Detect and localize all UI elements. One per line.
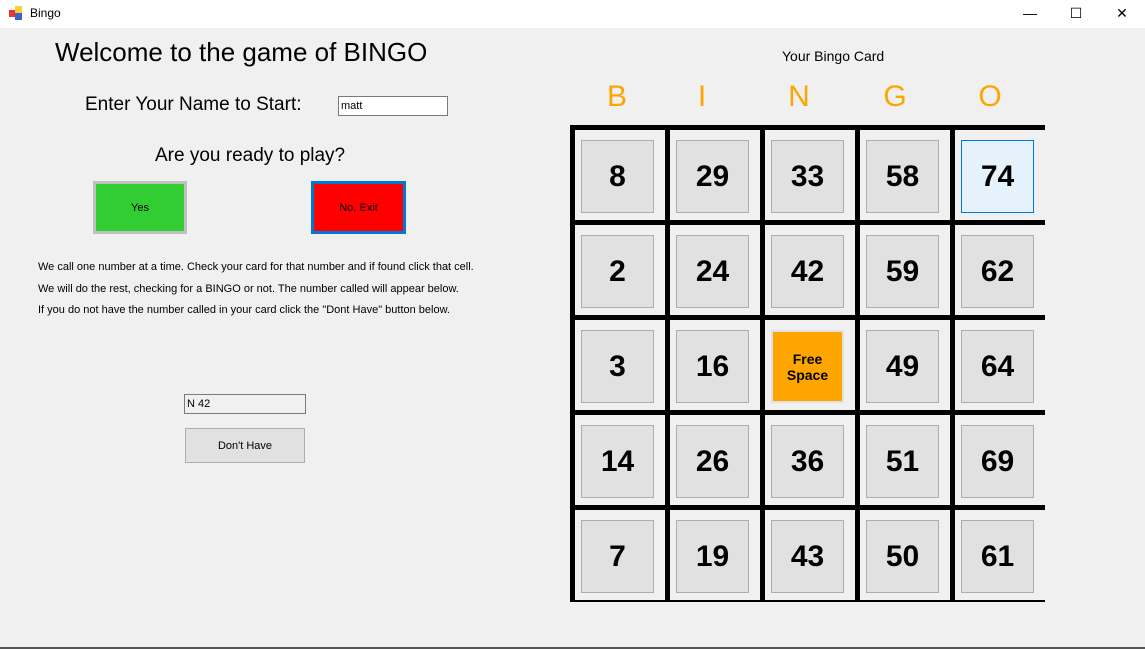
- card-cell: 49: [860, 320, 950, 410]
- number-cell-button[interactable]: 64: [961, 330, 1034, 403]
- free-space-button[interactable]: Free Space: [771, 330, 844, 403]
- column-letter: I: [697, 80, 707, 113]
- app-icon: [9, 6, 23, 20]
- card-cell: 58: [860, 130, 950, 220]
- number-cell-button[interactable]: 74: [961, 140, 1034, 213]
- column-letter: B: [606, 80, 627, 113]
- card-cell: 26: [670, 415, 760, 505]
- title-bar: Bingo — ☐ ✕: [0, 0, 1145, 28]
- card-cell: 69: [955, 415, 1045, 505]
- number-cell-button[interactable]: 61: [961, 520, 1034, 593]
- number-cell-button[interactable]: 7: [581, 520, 654, 593]
- card-cell: 29: [670, 130, 760, 220]
- instruction-line: We call one number at a time. Check your…: [38, 261, 474, 273]
- card-cell: 59: [860, 225, 950, 315]
- number-cell-button[interactable]: 69: [961, 425, 1034, 498]
- window-title: Bingo: [30, 6, 61, 20]
- card-cell: 8: [575, 130, 665, 220]
- number-cell-button[interactable]: 49: [866, 330, 939, 403]
- number-cell-button[interactable]: 43: [771, 520, 844, 593]
- instruction-line: If you do not have the number called in …: [38, 304, 450, 316]
- card-cell: 61: [955, 510, 1045, 600]
- name-label: Enter Your Name to Start:: [85, 94, 302, 115]
- number-cell-button[interactable]: 19: [676, 520, 749, 593]
- called-number-field: N 42: [184, 394, 306, 414]
- no-exit-button[interactable]: No, Exit: [311, 181, 406, 234]
- number-cell-button[interactable]: 58: [866, 140, 939, 213]
- card-cell: 50: [860, 510, 950, 600]
- bingo-card-grid: 8 29 33 58 74 2 24 42 59 62 3 16 Free Space 49 64 14 26 3…: [570, 125, 1045, 602]
- number-cell-button[interactable]: 16: [676, 330, 749, 403]
- card-title: Your Bingo Card: [782, 48, 885, 64]
- card-cell: 43: [765, 510, 855, 600]
- name-input[interactable]: [338, 96, 448, 116]
- number-cell-button[interactable]: 24: [676, 235, 749, 308]
- column-letter: N: [788, 80, 810, 113]
- number-cell-button[interactable]: 3: [581, 330, 654, 403]
- ready-question: Are you ready to play?: [155, 145, 346, 166]
- number-cell-button[interactable]: 50: [866, 520, 939, 593]
- card-cell: 7: [575, 510, 665, 600]
- card-cell: 62: [955, 225, 1045, 315]
- card-cell: 3: [575, 320, 665, 410]
- card-cell: 42: [765, 225, 855, 315]
- card-cell: 64: [955, 320, 1045, 410]
- column-letter: O: [978, 80, 1002, 113]
- column-letter: G: [883, 80, 907, 113]
- number-cell-button[interactable]: 59: [866, 235, 939, 308]
- number-cell-button[interactable]: 26: [676, 425, 749, 498]
- card-cell: 14: [575, 415, 665, 505]
- number-cell-button[interactable]: 2: [581, 235, 654, 308]
- card-cell: 19: [670, 510, 760, 600]
- card-cell: Free Space: [765, 320, 855, 410]
- card-cell: 24: [670, 225, 760, 315]
- card-cell: 33: [765, 130, 855, 220]
- instruction-line: We will do the rest, checking for a BING…: [38, 283, 459, 295]
- card-cell: 36: [765, 415, 855, 505]
- close-button[interactable]: ✕: [1099, 0, 1145, 28]
- number-cell-button[interactable]: 33: [771, 140, 844, 213]
- number-cell-button[interactable]: 51: [866, 425, 939, 498]
- card-cell: 16: [670, 320, 760, 410]
- card-cell: 51: [860, 415, 950, 505]
- card-cell: 2: [575, 225, 665, 315]
- minimize-button[interactable]: —: [1007, 0, 1053, 28]
- dont-have-button[interactable]: Don't Have: [185, 428, 305, 463]
- number-cell-button[interactable]: 62: [961, 235, 1034, 308]
- maximize-button[interactable]: ☐: [1053, 0, 1099, 28]
- number-cell-button[interactable]: 29: [676, 140, 749, 213]
- card-cell: 74: [955, 130, 1045, 220]
- number-cell-button[interactable]: 36: [771, 425, 844, 498]
- welcome-heading: Welcome to the game of BINGO: [55, 37, 428, 67]
- number-cell-button[interactable]: 14: [581, 425, 654, 498]
- number-cell-button[interactable]: 42: [771, 235, 844, 308]
- number-cell-button[interactable]: 8: [581, 140, 654, 213]
- yes-button[interactable]: Yes: [93, 181, 187, 234]
